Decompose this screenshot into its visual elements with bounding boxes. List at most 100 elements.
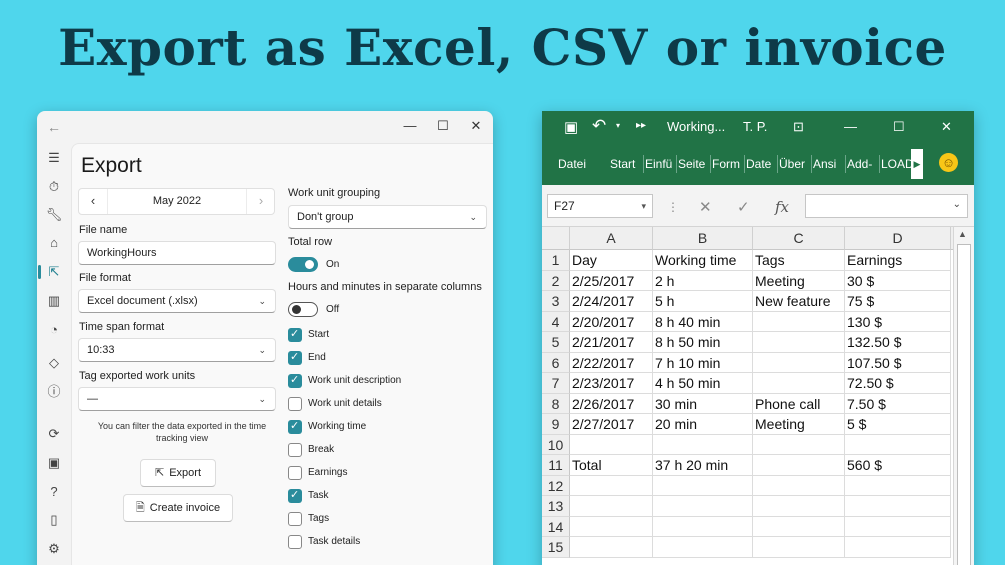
table-cell[interactable] [753, 496, 845, 517]
table-cell[interactable]: 2 h [653, 270, 753, 291]
info-icon[interactable]: ⓘ [45, 383, 63, 401]
table-cell[interactable] [845, 516, 951, 537]
table-cell[interactable]: New feature [753, 291, 845, 312]
column-checkbox[interactable] [288, 512, 302, 526]
stopwatch-icon[interactable]: ⏱ [45, 178, 63, 196]
table-cell[interactable]: 20 min [653, 414, 753, 435]
row-header[interactable]: 7 [542, 373, 570, 394]
row-header[interactable]: 2 [542, 270, 570, 291]
table-cell[interactable] [753, 373, 845, 394]
table-cell[interactable]: 2/21/2017 [570, 332, 653, 353]
back-arrow-icon[interactable]: ← [47, 119, 61, 135]
ribbon-display-icon[interactable]: ⊡ [793, 119, 804, 135]
table-cell[interactable]: Phone call [753, 393, 845, 414]
table-cell[interactable]: 75 $ [845, 291, 951, 312]
settings-icon[interactable]: ⚙ [45, 540, 63, 558]
vertical-scrollbar[interactable]: ▲ [953, 227, 974, 565]
table-cell[interactable] [753, 352, 845, 373]
name-box[interactable]: F27 ▾ [547, 194, 653, 218]
column-checkbox[interactable] [288, 373, 302, 388]
table-cell[interactable]: 30 min [653, 393, 753, 414]
table-cell[interactable]: Working time [653, 250, 753, 271]
table-cell[interactable] [570, 537, 653, 558]
column-checkbox[interactable] [288, 488, 302, 503]
table-cell[interactable] [570, 496, 653, 517]
spreadsheet-grid[interactable]: A B C D 1 Day Working time Tags Earnings 2 2/25/20… [542, 227, 974, 565]
table-cell[interactable]: 2/24/2017 [570, 291, 653, 312]
close-icon[interactable]: ✕ [941, 119, 952, 135]
separate-columns-toggle[interactable] [288, 302, 318, 317]
file-name-input[interactable]: WorkingHours [78, 241, 276, 265]
ribbon-scroll-right-icon[interactable]: ▶ [911, 149, 923, 179]
table-cell[interactable]: Meeting [753, 414, 845, 435]
column-checkbox[interactable] [288, 350, 302, 365]
column-checkbox[interactable] [288, 327, 302, 342]
tab-daten[interactable]: Date [746, 157, 771, 171]
cancel-icon[interactable]: ✕ [699, 198, 712, 216]
row-header[interactable]: 15 [542, 537, 570, 558]
table-cell[interactable]: 7 h 10 min [653, 352, 753, 373]
table-cell[interactable] [570, 434, 653, 455]
column-checkbox[interactable] [288, 535, 302, 549]
scroll-up-icon[interactable]: ▲ [958, 229, 967, 239]
tab-load[interactable]: LOAD [881, 157, 914, 171]
row-header[interactable]: 4 [542, 311, 570, 332]
more-commands-icon[interactable]: ▸▸ [636, 120, 646, 131]
feedback-smiley-icon[interactable]: ☺ [939, 153, 958, 172]
table-cell[interactable]: 5 $ [845, 414, 951, 435]
table-cell[interactable]: 2/27/2017 [570, 414, 653, 435]
help-icon[interactable]: ? [45, 483, 63, 501]
tab-start[interactable]: Start [610, 157, 635, 171]
table-cell[interactable] [753, 455, 845, 476]
table-cell[interactable]: Earnings [845, 250, 951, 271]
table-cell[interactable]: 132.50 $ [845, 332, 951, 353]
row-header[interactable]: 9 [542, 414, 570, 435]
close-icon[interactable]: ✕ [460, 115, 492, 137]
table-cell[interactable] [845, 537, 951, 558]
table-cell[interactable]: Total [570, 455, 653, 476]
row-header[interactable]: 10 [542, 434, 570, 455]
minimize-icon[interactable]: — [394, 115, 426, 137]
select-all-corner[interactable] [542, 227, 570, 250]
user-initials[interactable]: T. P. [743, 119, 767, 134]
column-header[interactable]: C [753, 227, 845, 250]
export-button[interactable]: ⇱ Export [140, 459, 216, 487]
next-month-button[interactable]: › [247, 189, 275, 214]
file-format-select[interactable]: Excel document (.xlsx) ⌄ [78, 289, 276, 313]
table-cell[interactable]: 107.50 $ [845, 352, 951, 373]
column-header[interactable]: A [570, 227, 653, 250]
row-header[interactable]: 14 [542, 516, 570, 537]
undo-icon[interactable]: ↶ [592, 116, 606, 136]
table-cell[interactable] [570, 475, 653, 496]
table-cell[interactable] [653, 475, 753, 496]
scroll-thumb[interactable] [957, 244, 971, 565]
row-header[interactable]: 11 [542, 455, 570, 476]
table-cell[interactable]: 2/20/2017 [570, 311, 653, 332]
table-cell[interactable] [753, 537, 845, 558]
row-header[interactable]: 1 [542, 250, 570, 271]
table-cell[interactable]: 2/23/2017 [570, 373, 653, 394]
table-cell[interactable]: 8 h 50 min [653, 332, 753, 353]
table-cell[interactable]: 2/25/2017 [570, 270, 653, 291]
insert-function-icon[interactable]: fx [775, 198, 789, 216]
column-checkbox[interactable] [288, 397, 302, 411]
hamburger-menu-icon[interactable]: ☰ [45, 149, 63, 167]
table-cell[interactable]: 560 $ [845, 455, 951, 476]
table-cell[interactable]: Day [570, 250, 653, 271]
save-icon[interactable]: ▣ [564, 118, 578, 136]
maximize-icon[interactable]: ☐ [427, 115, 459, 137]
minimize-icon[interactable]: — [844, 119, 857, 134]
table-cell[interactable] [753, 311, 845, 332]
table-cell[interactable] [753, 516, 845, 537]
column-checkbox[interactable] [288, 443, 302, 457]
table-cell[interactable] [845, 475, 951, 496]
tag-exported-select[interactable]: — ⌄ [78, 387, 276, 411]
tab-ansicht[interactable]: Ansi [813, 157, 836, 171]
table-cell[interactable]: 7.50 $ [845, 393, 951, 414]
row-header[interactable]: 8 [542, 393, 570, 414]
month-label[interactable]: May 2022 [107, 189, 247, 214]
image-icon[interactable]: ▣ [45, 454, 63, 472]
table-cell[interactable] [570, 516, 653, 537]
enter-check-icon[interactable]: ✓ [737, 198, 750, 216]
wrench-icon[interactable]: 🔧︎ [45, 206, 63, 224]
